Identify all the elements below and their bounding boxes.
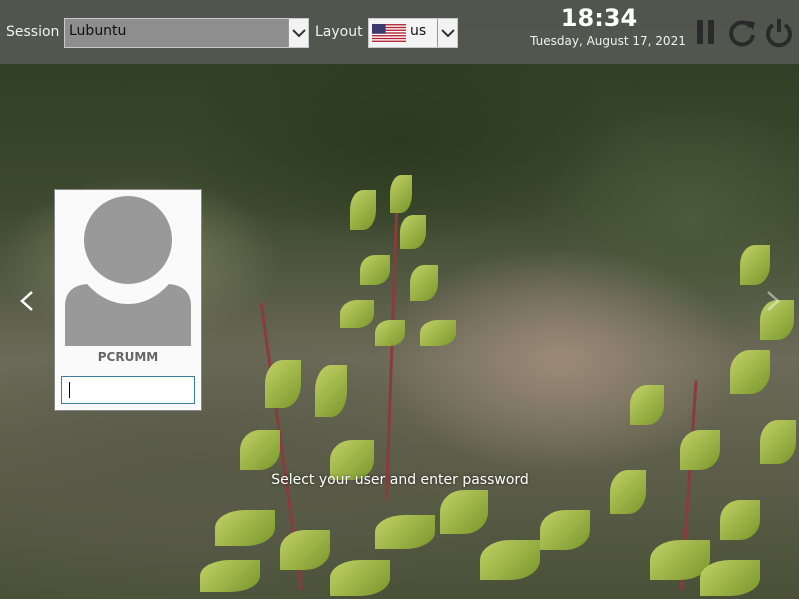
session-select[interactable]: Lubuntu	[64, 18, 309, 48]
login-hint: Select your user and enter password	[271, 472, 529, 488]
layout-label: Layout	[315, 24, 363, 40]
restart-icon[interactable]	[727, 18, 757, 48]
avatar-icon	[65, 196, 191, 346]
session-value: Lubuntu	[69, 23, 127, 39]
user-card[interactable]: PCRUMM	[54, 189, 202, 411]
chevron-right-icon[interactable]	[762, 290, 782, 312]
chevron-left-icon[interactable]	[18, 290, 38, 312]
clock-date: Tuesday, August 17, 2021	[530, 34, 686, 48]
layout-value: us	[410, 23, 427, 39]
chevron-down-icon[interactable]	[288, 19, 308, 47]
shutdown-icon[interactable]	[764, 18, 794, 48]
clock-time: 18:34	[560, 4, 638, 32]
layout-select[interactable]: us	[368, 18, 458, 48]
user-name: PCRUMM	[97, 350, 159, 364]
password-input[interactable]	[61, 376, 195, 404]
session-label: Session	[6, 24, 60, 40]
suspend-icon[interactable]	[694, 18, 718, 46]
us-flag-icon	[372, 24, 406, 42]
chevron-down-icon[interactable]	[437, 19, 457, 47]
text-caret	[69, 382, 70, 398]
top-panel: Session Lubuntu Layout us 18:34 Tuesday,…	[0, 0, 799, 64]
